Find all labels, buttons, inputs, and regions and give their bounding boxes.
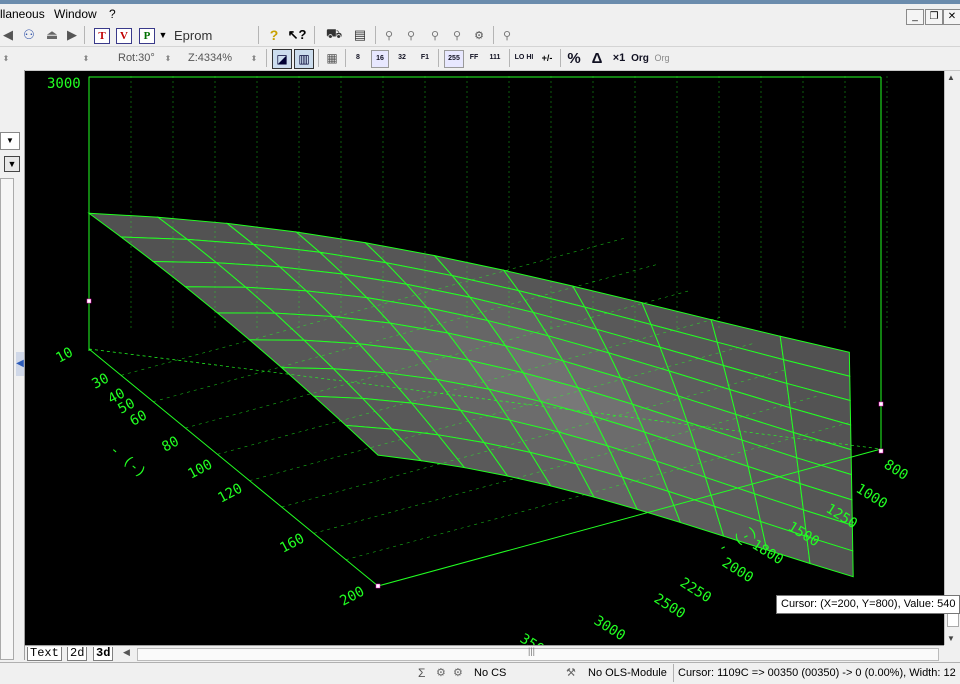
- original-compare-button[interactable]: Org: [653, 49, 671, 67]
- rotation-spinner[interactable]: ⬍: [162, 49, 174, 67]
- table-icon[interactable]: ▦: [323, 49, 341, 67]
- 32bit-button[interactable]: 32: [394, 50, 410, 66]
- menu-help[interactable]: ?: [109, 7, 116, 21]
- cursor-tooltip: Cursor: (X=200, Y=800), Value: 540: [776, 595, 960, 614]
- hex-button[interactable]: FF: [466, 50, 482, 66]
- back-arrow-icon[interactable]: ◀: [2, 26, 14, 44]
- view-tabs: Text 2d 3d ◀ |||: [25, 645, 944, 662]
- module-icon: ⚒: [566, 667, 576, 679]
- binary-button[interactable]: 111: [487, 50, 503, 66]
- text-view-button[interactable]: T: [94, 28, 110, 44]
- checksum-status: No CS: [474, 667, 507, 679]
- corner-marker: [375, 583, 381, 589]
- menu-bar: llaneous Window ? _ ❐ ✕: [0, 4, 960, 25]
- x-tick-label: 3000: [591, 613, 628, 644]
- 16bit-button[interactable]: 16: [371, 50, 389, 68]
- corner-marker: [878, 401, 884, 407]
- y-tick-label: 100: [185, 457, 215, 483]
- scroll-grip-icon: |||: [528, 646, 536, 656]
- tool-icon-4[interactable]: ⚲: [448, 26, 466, 44]
- factor-button[interactable]: ×1: [610, 49, 628, 67]
- x-tick-label: 1000: [853, 481, 890, 512]
- project-name: Eprom: [174, 27, 213, 43]
- tab-2d[interactable]: 2d: [67, 647, 88, 661]
- y-tick-label: 120: [215, 481, 245, 507]
- close-icon[interactable]: ✕: [943, 9, 960, 25]
- car-icon[interactable]: ⛟: [324, 26, 344, 44]
- minimize-icon[interactable]: _: [906, 9, 924, 25]
- tool-icon-3[interactable]: ⚲: [426, 26, 444, 44]
- z-axis-max-label: 3000: [47, 76, 81, 92]
- float-button[interactable]: F1: [417, 50, 433, 66]
- y-tick-label: 30: [89, 370, 111, 392]
- tabs-scroll-left-icon[interactable]: ◀: [123, 647, 130, 658]
- spinner-left-icon[interactable]: ⬍: [0, 49, 12, 67]
- 3d-map-plot[interactable]: 3000 10 30 40 50 60 80 100 120 160 200- (-) 800 1000…: [25, 71, 944, 645]
- lohi-button[interactable]: LO HI: [514, 50, 534, 66]
- view-toolbar: ⬍ ⬍ Rot:30° ⬍ Z:4334% ⬍ ◪ ▥ ▦ 8 16 32 F1…: [0, 46, 960, 71]
- eject-icon[interactable]: ⏏: [42, 26, 62, 44]
- left-side-panel: ▼ ▼ ◀: [0, 70, 25, 660]
- original-button[interactable]: Org: [631, 49, 649, 67]
- combo-arrow-icon[interactable]: ▼: [4, 156, 20, 172]
- y-tick-label: 160: [277, 531, 307, 557]
- delta-button[interactable]: Δ: [588, 49, 606, 67]
- x-tick-label: 2500: [651, 591, 688, 622]
- forward-arrow-icon[interactable]: ▶: [66, 26, 78, 44]
- gear-icon: ⚙: [436, 667, 446, 679]
- help-icon[interactable]: ?: [266, 26, 282, 44]
- spinner-icon[interactable]: ⬍: [80, 49, 92, 67]
- menu-miscellaneous[interactable]: llaneous: [0, 7, 45, 21]
- zoom-value: Z:4334%: [188, 52, 233, 64]
- tool-icon-1[interactable]: ⚲: [380, 26, 398, 44]
- x-tick-label: 2250: [677, 575, 714, 606]
- chip-icon[interactable]: ▤: [350, 26, 370, 44]
- y-axis-unit-label: - (-): [106, 442, 149, 481]
- horizontal-scrollbar[interactable]: |||: [137, 646, 939, 661]
- menu-window[interactable]: Window: [54, 7, 97, 21]
- tab-text[interactable]: Text: [27, 647, 62, 661]
- x-tick-label: 800: [881, 457, 911, 484]
- scroll-up-icon[interactable]: ▲: [947, 73, 955, 82]
- dropdown-icon[interactable]: ▼: [0, 132, 20, 150]
- project-view-button[interactable]: P: [139, 28, 155, 44]
- y-tick-label: 200: [337, 584, 367, 610]
- checksum-icon[interactable]: ⚙: [470, 26, 488, 44]
- status-bar: Σ ⚙ ⚙ No CS ⚒ No OLS-Module Cursor: 1109…: [0, 662, 960, 684]
- context-help-icon[interactable]: ↖?: [288, 26, 307, 44]
- cursor-status: Cursor: 1109C => 00350 (00350) -> 0 (0.0…: [678, 667, 956, 679]
- corner-marker: [878, 448, 884, 454]
- search-icon[interactable]: ⚲: [498, 26, 516, 44]
- people-icon[interactable]: ⚇: [19, 26, 39, 44]
- dropdown-arrow-icon[interactable]: ▼: [158, 26, 168, 44]
- main-toolbar: ◀ ⚇ ⏏ ▶ T V P ▼ Eprom ? ↖? ⛟ ▤ ⚲ ⚲ ⚲ ⚲ ⚙…: [0, 24, 960, 47]
- rotation-value: Rot:30°: [118, 52, 155, 64]
- decimal-button[interactable]: 255: [444, 50, 464, 68]
- percent-button[interactable]: %: [565, 49, 583, 67]
- 8bit-button[interactable]: 8: [350, 50, 366, 66]
- tab-3d[interactable]: 3d: [93, 647, 114, 661]
- grid-view-icon[interactable]: ▥: [294, 49, 314, 69]
- 3d-view-icon[interactable]: ◪: [272, 49, 292, 69]
- ols-module-status: No OLS-Module: [588, 667, 667, 679]
- tool-icon-2[interactable]: ⚲: [402, 26, 420, 44]
- sign-button[interactable]: +/-: [538, 49, 556, 67]
- left-scrollbar[interactable]: [0, 178, 14, 660]
- restore-icon[interactable]: ❐: [925, 9, 943, 25]
- settings-icon: ⚙: [453, 667, 463, 679]
- corner-marker: [86, 298, 92, 304]
- zoom-spinner[interactable]: ⬍: [248, 49, 260, 67]
- collapse-arrow-icon[interactable]: ◀: [16, 352, 24, 376]
- vertical-scrollbar[interactable]: ▲ ▼: [944, 71, 960, 645]
- scroll-down-icon[interactable]: ▼: [947, 634, 955, 643]
- x-tick-label: 3500: [517, 631, 554, 645]
- y-tick-label: 10: [53, 344, 75, 366]
- sigma-icon: Σ: [418, 666, 426, 680]
- value-view-button[interactable]: V: [116, 28, 132, 44]
- y-tick-label: 80: [159, 433, 181, 455]
- x-tick-label: 2000: [719, 555, 756, 586]
- 3d-surface-chart: 3000103040506080100120160200- (-) 8001000…: [47, 76, 911, 645]
